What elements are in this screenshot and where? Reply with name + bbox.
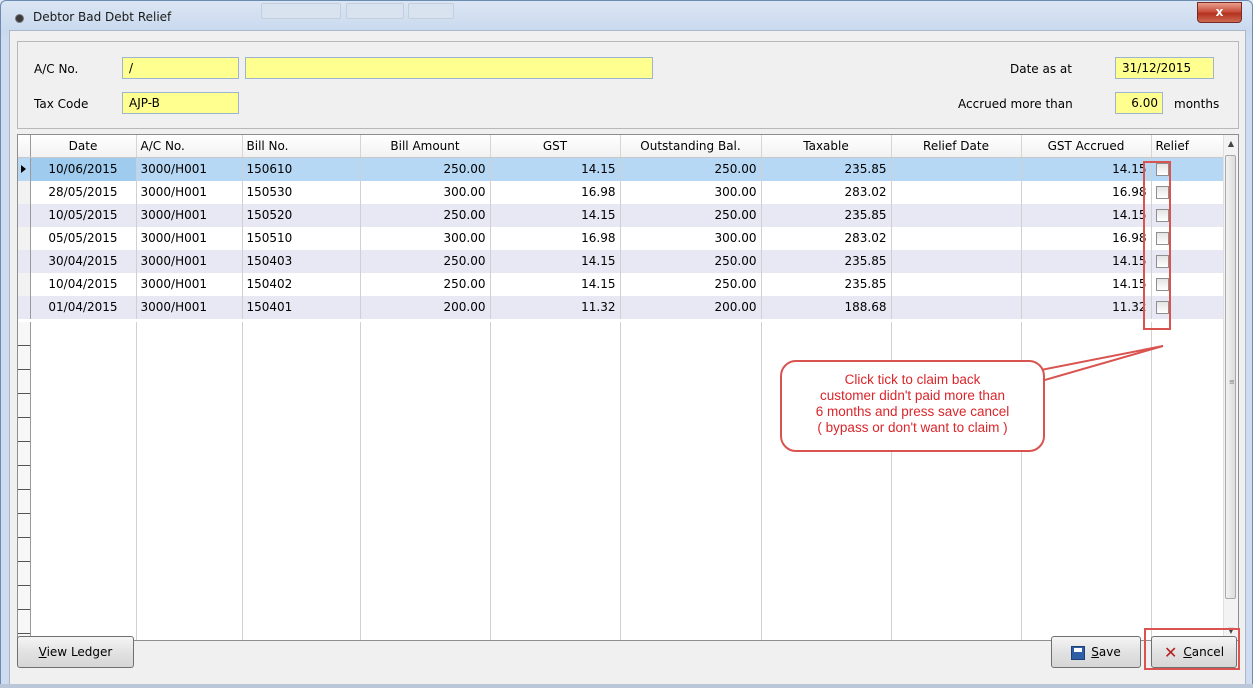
annotation-line: Click tick to claim back xyxy=(844,372,981,387)
cancel-button-highlight xyxy=(1144,628,1240,670)
relief-column-highlight xyxy=(1143,161,1171,330)
annotation-line: ( bypass or don't want to claim ) xyxy=(817,420,1008,435)
annotation-line: 6 months and press save cancel xyxy=(815,404,1010,419)
taskbar-strip xyxy=(0,684,1253,688)
annotation-line: customer didn't paid more than xyxy=(820,388,1005,403)
callout-pointer-cover xyxy=(1001,378,1010,390)
annotation-text: Click tick to claim back customer didn't … xyxy=(780,372,1045,436)
